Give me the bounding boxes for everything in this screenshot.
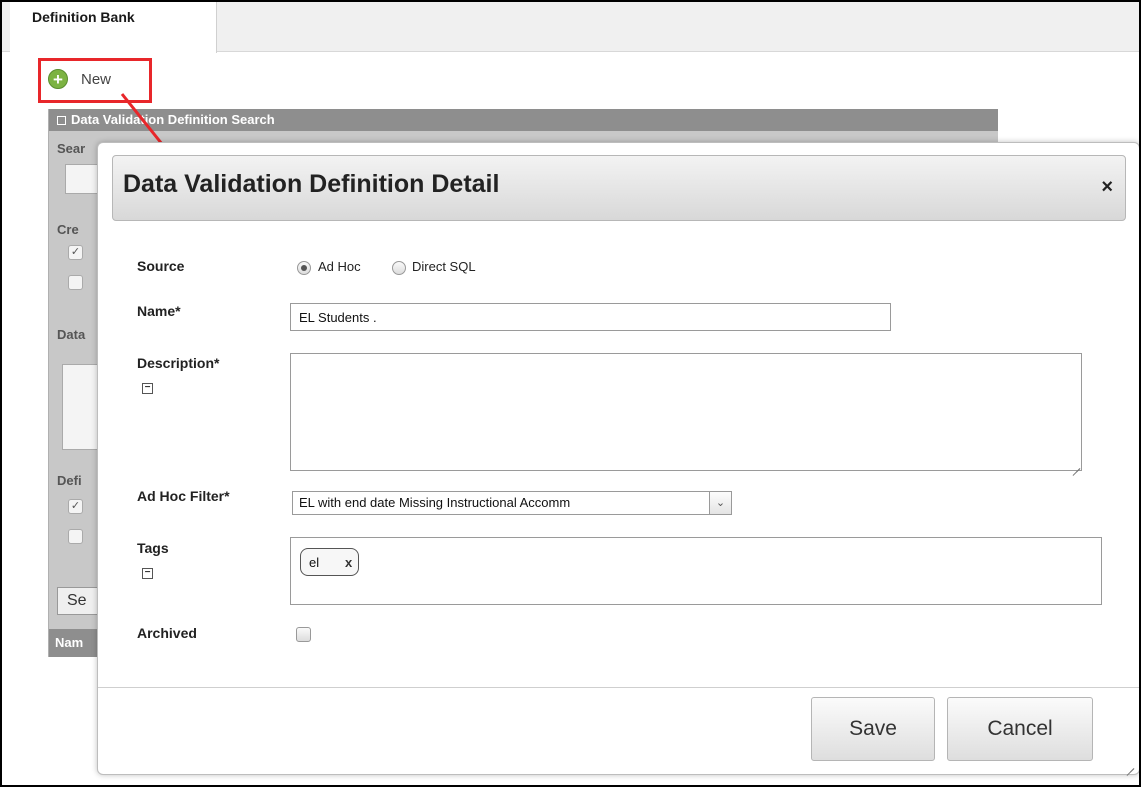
collapse-icon — [57, 116, 66, 125]
data-label: Data — [57, 327, 86, 342]
name-field[interactable] — [290, 303, 891, 331]
tag-chip: el x — [300, 548, 360, 576]
cancel-button[interactable]: Cancel — [947, 697, 1093, 761]
ad-hoc-filter-select[interactable]: EL with end date Missing Instructional A… — [292, 491, 732, 515]
ad-hoc-filter-value: EL with end date Missing Instructional A… — [299, 495, 571, 510]
tab-definition-bank[interactable]: Definition Bank — [10, 2, 217, 53]
archived-label: Archived — [137, 625, 197, 641]
source-label: Source — [137, 258, 185, 274]
resize-grip-icon[interactable] — [1070, 459, 1080, 469]
data-list[interactable] — [62, 364, 102, 450]
footer-divider — [98, 687, 1139, 688]
created-label: Cre — [57, 222, 79, 237]
description-collapse-icon[interactable]: − — [142, 383, 153, 394]
archived-checkbox[interactable] — [296, 627, 311, 642]
source-direct-sql-label[interactable]: Direct SQL — [412, 259, 476, 274]
source-ad-hoc-radio[interactable] — [297, 261, 311, 275]
created-checkbox-1[interactable]: ✓ — [68, 245, 83, 260]
chevron-down-icon[interactable]: ⌄ — [709, 492, 731, 514]
save-button[interactable]: Save — [811, 697, 935, 761]
tags-label: Tags — [137, 540, 169, 556]
dialog-resize-grip-icon[interactable] — [1124, 759, 1134, 769]
dialog-header: Data Validation Definition Detail × — [112, 155, 1126, 221]
created-checkbox-2[interactable] — [68, 275, 83, 290]
definition-checkbox-2[interactable] — [68, 529, 83, 544]
definition-detail-dialog: Data Validation Definition Detail × Sour… — [97, 142, 1139, 775]
tab-bar: Definition Bank — [2, 2, 1139, 53]
tags-input[interactable]: el x — [290, 537, 1102, 605]
source-direct-sql-radio[interactable] — [392, 261, 406, 275]
source-ad-hoc-label[interactable]: Ad Hoc — [318, 259, 361, 274]
tags-collapse-icon[interactable]: − — [142, 568, 153, 579]
ad-hoc-filter-label: Ad Hoc Filter* — [137, 488, 230, 504]
app-window: Definition Bank + New Data Validation De… — [0, 0, 1141, 787]
close-icon[interactable]: × — [1101, 176, 1113, 199]
tag-chip-label: el — [309, 554, 320, 570]
description-field[interactable] — [290, 353, 1082, 471]
tag-remove-icon[interactable]: x — [345, 555, 352, 570]
search-label: Sear — [57, 141, 86, 156]
description-label: Description* — [137, 355, 220, 371]
definition-checkbox-1[interactable]: ✓ — [68, 499, 83, 514]
definition-label: Defi — [57, 473, 82, 488]
dialog-title: Data Validation Definition Detail — [123, 170, 500, 198]
name-label: Name* — [137, 303, 181, 319]
